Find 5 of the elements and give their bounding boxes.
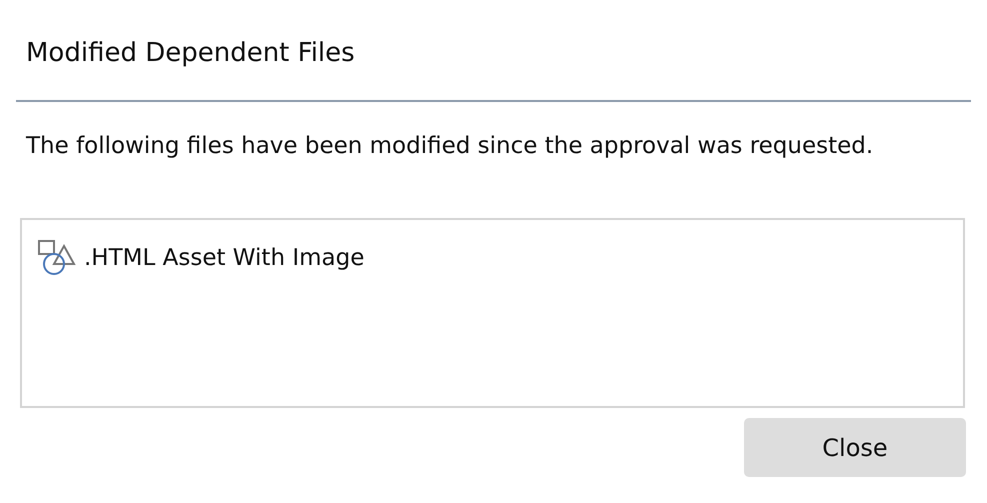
shapes-icon bbox=[38, 240, 76, 276]
close-button[interactable]: Close bbox=[744, 418, 966, 477]
message-text: The following files have been modified since the approval was requested. bbox=[25, 132, 874, 161]
dialog-title: Modified Dependent Files bbox=[25, 37, 356, 70]
file-name[interactable]: .HTML Asset With Image bbox=[84, 240, 364, 276]
